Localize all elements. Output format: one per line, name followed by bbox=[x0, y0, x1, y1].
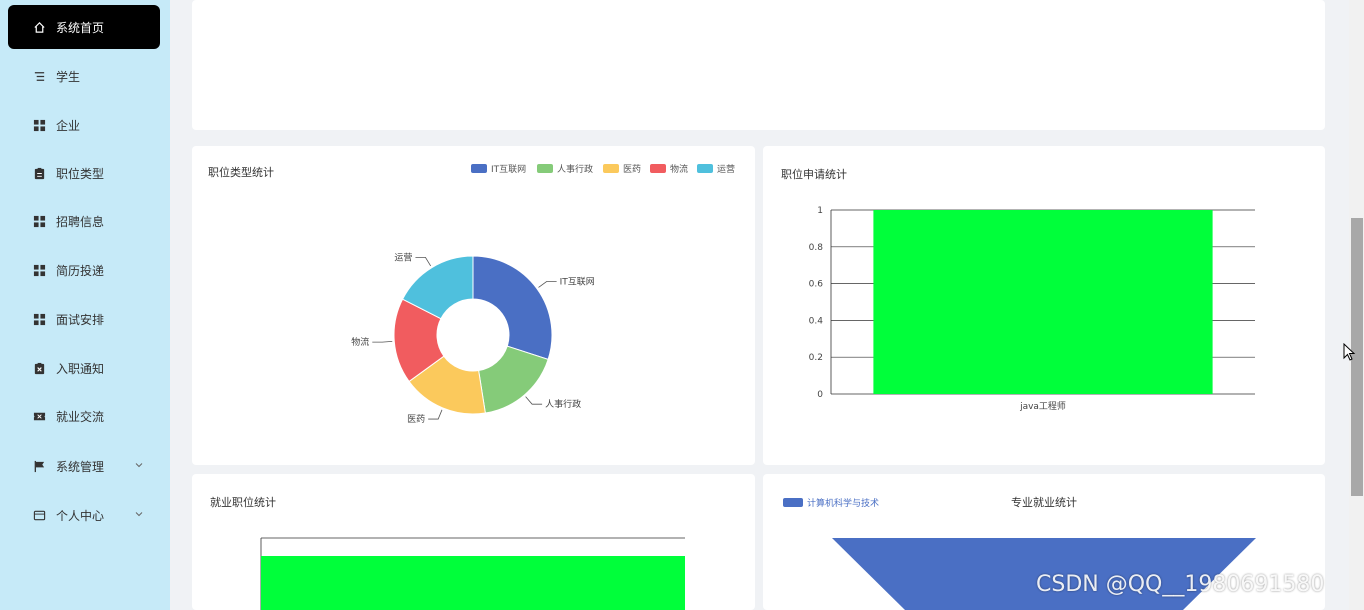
chevron-down-icon[interactable] bbox=[134, 460, 144, 470]
sidebar-item-label: 职位类型 bbox=[56, 166, 105, 181]
card-icon bbox=[32, 508, 46, 522]
bar-chart: 0 0.2 0.4 0.6 0.8 1 java工程师 bbox=[809, 206, 1255, 412]
pie-chart: IT互联网人事行政医药 物流 运营 bbox=[351, 251, 595, 425]
list-icon bbox=[32, 69, 46, 83]
ticket-icon bbox=[32, 409, 46, 423]
sidebar-item-resume[interactable]: 简历投递 bbox=[8, 248, 160, 292]
sidebar-item-label: 入职通知 bbox=[56, 361, 105, 376]
y-tick-label: 0 bbox=[817, 390, 823, 400]
employment-position-chart-card: 就业职位统计 bbox=[192, 474, 755, 610]
sidebar-item-label: 面试安排 bbox=[56, 312, 105, 327]
job-type-chart-card: 职位类型统计 IT互联网 人事行政 医药 物流 运营 IT互联网 人事行政 医药 物流 运营 bbox=[192, 146, 755, 465]
bar bbox=[261, 556, 685, 610]
pie-label: 医药 bbox=[407, 414, 425, 425]
clipboard-icon bbox=[32, 166, 46, 180]
sidebar-item-student[interactable]: 学生 bbox=[8, 54, 160, 98]
sidebar-item-profile[interactable]: 个人中心 bbox=[8, 493, 160, 537]
grid-icon bbox=[32, 118, 46, 132]
pie-label: IT互联网 bbox=[560, 277, 595, 288]
sidebar-item-label: 学生 bbox=[56, 69, 81, 84]
sidebar-item-home[interactable]: 系统首页 bbox=[8, 5, 160, 49]
chevron-down-icon[interactable] bbox=[134, 509, 144, 519]
watermark: CSDN @QQ__1980691580 bbox=[1036, 572, 1325, 597]
pie-leader-line bbox=[415, 257, 432, 267]
sidebar-item-onboarding[interactable]: 入职通知 bbox=[8, 346, 160, 390]
sidebar-item-recruitment[interactable]: 招聘信息 bbox=[8, 199, 160, 243]
pie-leader-line bbox=[538, 281, 557, 288]
sidebar-item-job-type[interactable]: 职位类型 bbox=[8, 151, 160, 195]
top-card bbox=[192, 0, 1325, 130]
pie-slice bbox=[478, 345, 549, 414]
grid-icon bbox=[32, 263, 46, 277]
sidebar-item-interview[interactable]: 面试安排 bbox=[8, 297, 160, 341]
flag-icon bbox=[32, 459, 46, 473]
sidebar-item-label: 个人中心 bbox=[56, 508, 105, 523]
grid-icon bbox=[32, 312, 46, 326]
x-tick-label: java工程师 bbox=[1019, 400, 1066, 412]
bar-chart bbox=[260, 537, 685, 610]
clipboard-x-icon bbox=[32, 361, 46, 375]
job-apply-chart-card: 职位申请统计 0 0.2 0.4 0.6 0.8 1 java工程师 bbox=[763, 146, 1325, 465]
pie-leader-line bbox=[525, 396, 543, 405]
pie-leader-line bbox=[372, 340, 393, 343]
y-tick-label: 0.8 bbox=[809, 243, 824, 253]
grid-icon bbox=[32, 214, 46, 228]
sidebar: 系统首页 学生 企业 职位类型 招聘信息 简历投递 面试安排 入职通知 就业交流… bbox=[0, 0, 170, 610]
sidebar-item-label: 系统首页 bbox=[56, 20, 105, 35]
sidebar-item-label: 就业交流 bbox=[56, 409, 105, 424]
y-tick-label: 0.2 bbox=[809, 353, 823, 363]
pie-slice bbox=[472, 255, 553, 361]
bar bbox=[873, 210, 1213, 394]
y-tick-label: 1 bbox=[817, 206, 823, 216]
pie-label: 人事行政 bbox=[545, 398, 581, 410]
sidebar-item-system[interactable]: 系统管理 bbox=[8, 444, 160, 488]
y-tick-label: 0.6 bbox=[809, 280, 824, 290]
pie-label: 运营 bbox=[394, 251, 412, 263]
sidebar-item-label: 简历投递 bbox=[56, 263, 105, 278]
home-icon bbox=[32, 20, 46, 34]
sidebar-item-exchange[interactable]: 就业交流 bbox=[8, 394, 160, 438]
sidebar-item-label: 系统管理 bbox=[56, 459, 105, 474]
pie-leader-line bbox=[428, 409, 443, 420]
mouse-cursor-icon bbox=[1343, 343, 1356, 361]
sidebar-item-company[interactable]: 企业 bbox=[8, 103, 160, 147]
sidebar-item-label: 企业 bbox=[56, 118, 81, 133]
pie-label: 物流 bbox=[351, 336, 369, 348]
y-tick-label: 0.4 bbox=[809, 316, 824, 326]
sidebar-item-label: 招聘信息 bbox=[56, 214, 105, 229]
